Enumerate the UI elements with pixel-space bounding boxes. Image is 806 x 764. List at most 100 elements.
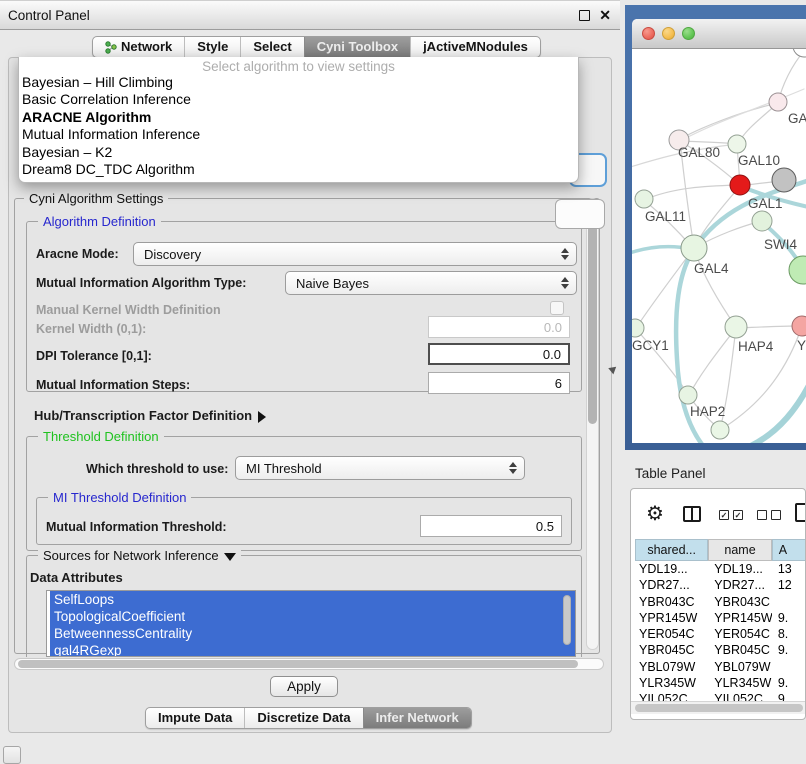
table-cell: YBL079W — [635, 659, 708, 675]
tab-impute-data[interactable]: Impute Data — [146, 708, 244, 728]
table-row[interactable]: YDL19...YDL19...13 — [635, 561, 806, 577]
hub-definition-toggle[interactable]: Hub/Transcription Factor Definition — [34, 408, 266, 423]
select-all-checkboxes-icon[interactable]: ✓ ✓ — [719, 510, 743, 520]
manual-kernel-width-checkbox[interactable] — [550, 301, 564, 315]
dpi-tolerance-field[interactable] — [428, 343, 570, 365]
table-cell: 12 — [772, 577, 806, 593]
network-edge[interactable] — [644, 185, 738, 200]
table-row[interactable]: YBR045CYBR045C9. — [635, 642, 806, 658]
algorithm-option-bayesian-hill-climbing[interactable]: Bayesian – Hill Climbing — [19, 74, 578, 91]
gear-icon[interactable]: ⚙ — [646, 501, 664, 526]
zoom-traffic-button[interactable] — [682, 27, 695, 40]
tab-cyni-toolbox[interactable]: Cyni Toolbox — [304, 37, 410, 57]
network-node[interactable] — [752, 211, 772, 231]
network-canvas[interactable]: GALGAL80GAL10GAL1GAL11SWI4GAL4GCY1HAP4YH… — [632, 49, 806, 443]
algorithm-option-basic-correlation-inference[interactable]: Basic Correlation Inference — [19, 91, 578, 108]
table-horizontal-scrollbar[interactable] — [631, 701, 806, 714]
table-row[interactable]: YER054CYER054C8. — [635, 626, 806, 642]
tab-jactivemnodules[interactable]: jActiveMNodules — [410, 37, 540, 57]
tab-network[interactable]: Network — [93, 37, 184, 57]
float-window-icon[interactable] — [579, 10, 590, 21]
mi-algorithm-type-select[interactable]: Naive Bayes — [285, 271, 577, 295]
settings-horizontal-scrollbar[interactable] — [14, 658, 604, 670]
network-edge[interactable] — [636, 248, 694, 328]
table-cell: YBR043C — [708, 594, 772, 610]
cyni-bottom-tabs: Impute Data Discretize Data Infer Network — [145, 707, 472, 729]
tab-discretize-data[interactable]: Discretize Data — [244, 708, 362, 728]
network-node[interactable] — [725, 316, 747, 338]
network-window-titlebar[interactable] — [632, 19, 806, 49]
table-cell: 8. — [772, 626, 806, 642]
tab-label: Discretize Data — [257, 708, 350, 728]
algorithm-option-dream8-dc-tdc-algorithm[interactable]: Dream8 DC_TDC Algorithm — [19, 161, 578, 178]
apply-button[interactable]: Apply — [270, 676, 338, 697]
algorithm-option-bayesian-k2[interactable]: Bayesian – K2 — [19, 144, 578, 161]
list-scrollbar-thumb[interactable] — [563, 595, 571, 645]
data-attribute-item[interactable]: gal4RGexp — [50, 642, 575, 657]
network-node[interactable] — [789, 256, 806, 284]
network-node[interactable] — [769, 93, 787, 111]
network-node[interactable] — [632, 319, 644, 337]
mi-algorithm-type-label: Mutual Information Algorithm Type: — [36, 276, 246, 290]
network-node[interactable] — [792, 316, 806, 336]
column-header-a[interactable]: A — [772, 539, 806, 561]
mi-threshold-field[interactable] — [420, 515, 562, 537]
algorithm-option-mutual-information-inference[interactable]: Mutual Information Inference — [19, 126, 578, 143]
network-node[interactable] — [793, 49, 806, 57]
network-node[interactable] — [728, 135, 746, 153]
settings-vertical-scrollbar[interactable] — [586, 198, 599, 650]
data-attributes-list: SelfLoopsTopologicalCoefficientBetweenne… — [46, 590, 576, 657]
table-row[interactable]: YBL079WYBL079W — [635, 659, 806, 675]
which-threshold-select[interactable]: MI Threshold — [235, 456, 525, 480]
network-node[interactable] — [772, 168, 796, 192]
data-attribute-item[interactable]: SelfLoops — [50, 591, 575, 608]
columns-icon[interactable] — [683, 506, 701, 522]
control-panel-window: Control Panel ✕ Network Style SelectCyni T… — [0, 0, 620, 735]
data-attribute-item[interactable]: BetweennessCentrality — [50, 625, 575, 642]
tab-label: Style — [197, 37, 228, 57]
table-row[interactable]: YDR27...YDR27...12 — [635, 577, 806, 593]
table-cell: YER054C — [708, 626, 772, 642]
algorithm-definition-legend: Algorithm Definition — [38, 214, 161, 229]
tab-select[interactable]: Select — [240, 37, 303, 57]
network-node[interactable] — [679, 386, 697, 404]
table-row[interactable]: YLR345WYLR345W9. — [635, 675, 806, 691]
network-node[interactable] — [681, 235, 707, 261]
aracne-mode-select[interactable]: Discovery — [133, 242, 577, 266]
deselect-all-checkboxes-icon[interactable] — [757, 510, 781, 520]
scrollbar-thumb[interactable] — [588, 202, 597, 424]
algorithm-option-aracne-algorithm[interactable]: ARACNE Algorithm — [19, 109, 578, 126]
cyni-settings-legend: Cyni Algorithm Settings — [24, 191, 168, 206]
table-cell: 13 — [772, 561, 806, 577]
scrollbar-thumb[interactable] — [635, 704, 803, 712]
aracne-mode-value: Discovery — [134, 247, 557, 262]
scrollbar-thumb[interactable] — [18, 660, 578, 668]
table-row[interactable]: YBR043CYBR043C — [635, 594, 806, 610]
aracne-mode-label: Aracne Mode: — [36, 247, 119, 261]
table-cell: YLR345W — [708, 675, 772, 691]
control-panel-titlebar: Control Panel ✕ — [0, 0, 620, 30]
data-attribute-item[interactable]: TopologicalCoefficient — [50, 608, 575, 625]
dpi-tolerance-label: DPI Tolerance [0,1]: — [36, 349, 152, 363]
network-node[interactable] — [635, 190, 653, 208]
column-header-shared-[interactable]: shared... — [635, 539, 708, 561]
table-body: YDL19...YDL19...13YDR27...YDR27...12YBR0… — [635, 561, 806, 708]
network-node[interactable] — [730, 175, 750, 195]
kernel-width-field[interactable] — [428, 316, 570, 338]
sources-legend[interactable]: Sources for Network Inference — [38, 548, 241, 563]
control-panel-tabs: Network Style SelectCyni ToolboxjActiveMNo… — [92, 36, 541, 58]
column-header-name[interactable]: name — [708, 539, 772, 561]
checked-box-icon: ✓ — [733, 510, 743, 520]
close-icon[interactable]: ✕ — [599, 7, 611, 24]
minimize-traffic-button[interactable] — [662, 27, 675, 40]
table-cell: YBR043C — [635, 594, 708, 610]
table-row[interactable]: YPR145WYPR145W9. — [635, 610, 806, 626]
network-node[interactable] — [711, 421, 729, 439]
close-traffic-button[interactable] — [642, 27, 655, 40]
partial-widget[interactable] — [3, 746, 21, 764]
mi-steps-field[interactable] — [428, 372, 570, 394]
document-icon[interactable] — [795, 503, 806, 522]
tab-infer-network[interactable]: Infer Network — [363, 708, 471, 728]
tab-style[interactable]: Style — [184, 37, 240, 57]
network-view-window: GALGAL80GAL10GAL1GAL11SWI4GAL4GCY1HAP4YH… — [632, 19, 806, 443]
